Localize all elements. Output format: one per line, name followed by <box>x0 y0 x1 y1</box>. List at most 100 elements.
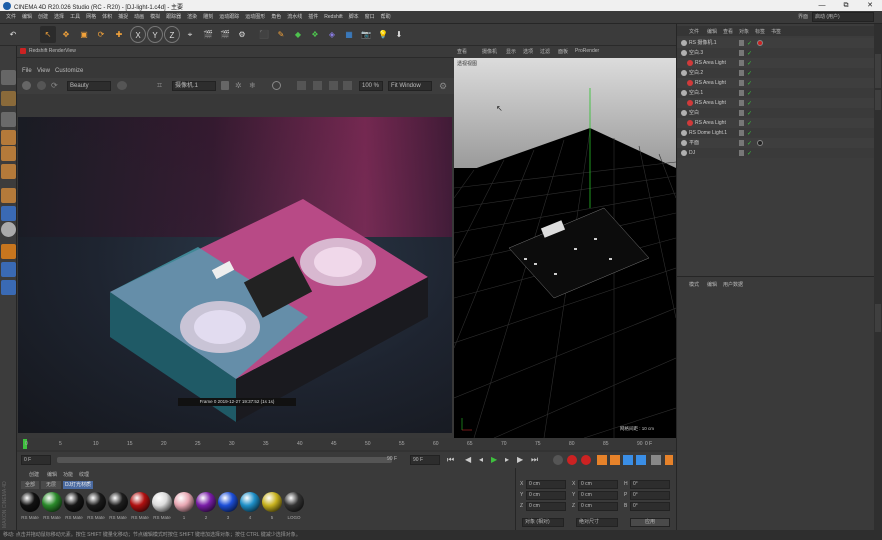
menu-item[interactable]: Redshift <box>321 11 345 24</box>
y-axis-icon[interactable]: Y <box>147 26 163 43</box>
visibility-toggle-icon[interactable] <box>739 40 744 46</box>
coord-field[interactable]: 0 cm <box>526 491 566 500</box>
om-row[interactable]: 平面 ✓ <box>677 138 875 148</box>
rsv-pin-icon[interactable]: ✲ <box>235 81 244 90</box>
tag-icon[interactable] <box>757 40 763 46</box>
start-frame-field[interactable]: 0 F <box>21 455 51 465</box>
menu-item[interactable]: 创建 <box>35 11 51 24</box>
attr-tab-userdata[interactable]: 用户数据 <box>723 281 743 288</box>
rsv-aov-select[interactable]: Beauty <box>67 81 111 91</box>
visibility-toggle-icon[interactable] <box>739 150 744 156</box>
tag-icon[interactable] <box>757 140 763 146</box>
side-tab-objects[interactable] <box>875 54 881 88</box>
camera-icon[interactable]: 📷 <box>358 26 374 43</box>
next-frame-icon[interactable]: ▸ <box>505 454 516 465</box>
vp-menu-prorender[interactable]: ProRender <box>575 48 599 54</box>
visibility-toggle-icon[interactable] <box>739 130 744 136</box>
menu-item[interactable]: 动画 <box>131 11 147 24</box>
layout-select[interactable]: 启动 (用户) <box>812 12 874 22</box>
rsv-camera-select[interactable]: 摄像机.1 <box>172 81 216 91</box>
menu-item[interactable]: 体积 <box>99 11 115 24</box>
range-slider[interactable] <box>57 457 392 463</box>
menu-item[interactable]: 角色 <box>268 11 284 24</box>
size-mode-select[interactable]: 绝对尺寸 <box>576 518 618 527</box>
coordinate-system-icon[interactable]: ⌖ <box>182 26 198 43</box>
points-mode-icon[interactable] <box>1 130 16 145</box>
timeline-ruler[interactable]: 0 5 10 15 20 25 30 35 40 45 50 55 60 65 70 75 80 85 90 0 F <box>17 438 676 450</box>
rsv-clear-icon[interactable] <box>329 81 338 90</box>
attr-tab-edit[interactable]: 编辑 <box>707 281 717 288</box>
rsv-crop-icon[interactable]: ⌗ <box>157 80 167 91</box>
om-row[interactable]: RS Area Light ✓ <box>677 58 875 68</box>
prev-key-icon[interactable]: ◀ <box>465 454 476 465</box>
enabled-check-icon[interactable]: ✓ <box>747 149 752 159</box>
rsv-lock-icon[interactable] <box>221 81 229 90</box>
om-row[interactable]: RS Dome Light.1 ✓ <box>677 128 875 138</box>
vp-menu-display[interactable]: 显示 <box>506 48 516 55</box>
rsv-zoom-field[interactable]: 100 % <box>359 81 383 91</box>
recent-tools-icon[interactable]: ✚ <box>111 26 127 43</box>
prev-frame-icon[interactable]: ◂ <box>479 454 490 465</box>
key-pla-icon[interactable] <box>651 455 661 465</box>
timeline-menu-icon[interactable] <box>665 455 673 465</box>
minimize-button[interactable]: — <box>810 0 834 11</box>
om-tab-bookmarks[interactable]: 书签 <box>771 28 781 35</box>
coord-field[interactable]: 0° <box>630 480 670 489</box>
coord-field[interactable]: 0 cm <box>578 491 618 500</box>
visibility-toggle-icon[interactable] <box>739 60 744 66</box>
menu-item[interactable]: 帮助 <box>378 11 394 24</box>
om-row[interactable]: 空白.2 ✓ <box>677 68 875 78</box>
rsv-snapshot-icon[interactable] <box>117 81 127 90</box>
next-key-icon[interactable]: ▶ <box>517 454 528 465</box>
x-axis-icon[interactable]: X <box>130 26 146 43</box>
rsv-menu-file[interactable]: File <box>22 68 32 74</box>
apply-button[interactable]: 应用 <box>630 518 670 527</box>
om-tab-objects[interactable]: 对象 <box>739 28 749 35</box>
light-icon[interactable]: 💡 <box>375 26 391 43</box>
redshift-icon[interactable]: ⬇ <box>391 26 407 43</box>
visibility-toggle-icon[interactable] <box>739 140 744 146</box>
maximize-button[interactable]: ⧉ <box>834 0 858 11</box>
material-swatch[interactable] <box>262 492 282 512</box>
cloner-icon[interactable]: ❖ <box>307 26 323 43</box>
end-frame-field[interactable]: 90 F <box>410 455 440 465</box>
vp-menu-view[interactable]: 查看 <box>457 48 467 55</box>
vp-menu-options[interactable]: 选项 <box>523 48 533 55</box>
render-view-icon[interactable]: 🎬 <box>200 26 216 43</box>
material-swatch[interactable] <box>108 492 128 512</box>
menu-item[interactable]: 脚本 <box>346 11 362 24</box>
subdivision-icon[interactable]: ◆ <box>290 26 306 43</box>
material-swatch[interactable] <box>130 492 150 512</box>
om-tab-edit[interactable]: 编辑 <box>707 28 717 35</box>
deformer-icon[interactable]: ◈ <box>324 26 340 43</box>
workplane-icon[interactable] <box>1 244 16 259</box>
coord-field[interactable]: 0 cm <box>526 480 566 489</box>
undo-icon[interactable]: ↶ <box>3 26 23 43</box>
key-selection-icon[interactable] <box>581 455 591 465</box>
visibility-toggle-icon[interactable] <box>739 70 744 76</box>
make-editable-icon[interactable] <box>1 70 16 85</box>
om-row[interactable]: RS Area Light ✓ <box>677 78 875 88</box>
go-end-icon[interactable]: ⏭ <box>531 454 542 465</box>
move-icon[interactable]: ✥ <box>58 26 74 43</box>
cube-icon[interactable]: ⬛ <box>256 26 272 43</box>
menu-item[interactable]: 运动图形 <box>242 11 268 24</box>
edges-mode-icon[interactable] <box>1 146 16 161</box>
coord-field[interactable]: 0° <box>630 491 670 500</box>
om-row[interactable]: RS Area Light ✓ <box>677 118 875 128</box>
rsv-load-icon[interactable] <box>313 81 322 90</box>
key-scale-icon[interactable] <box>623 455 633 465</box>
menu-item[interactable]: 工具 <box>67 11 83 24</box>
grid-icon[interactable] <box>1 262 16 277</box>
snap-icon[interactable] <box>1 206 16 221</box>
menu-item[interactable]: 流水线 <box>284 11 305 24</box>
om-row[interactable]: RS Area Light ✓ <box>677 98 875 108</box>
rsv-play-icon[interactable] <box>22 81 31 90</box>
material-swatch[interactable] <box>174 492 194 512</box>
visibility-toggle-icon[interactable] <box>739 100 744 106</box>
coord-field[interactable]: 0 cm <box>578 480 618 489</box>
om-row[interactable]: 空白.1 ✓ <box>677 88 875 98</box>
om-tab-tags[interactable]: 标签 <box>755 28 765 35</box>
menu-item[interactable]: 运动跟踪 <box>216 11 242 24</box>
rsv-save-icon[interactable] <box>297 81 306 90</box>
